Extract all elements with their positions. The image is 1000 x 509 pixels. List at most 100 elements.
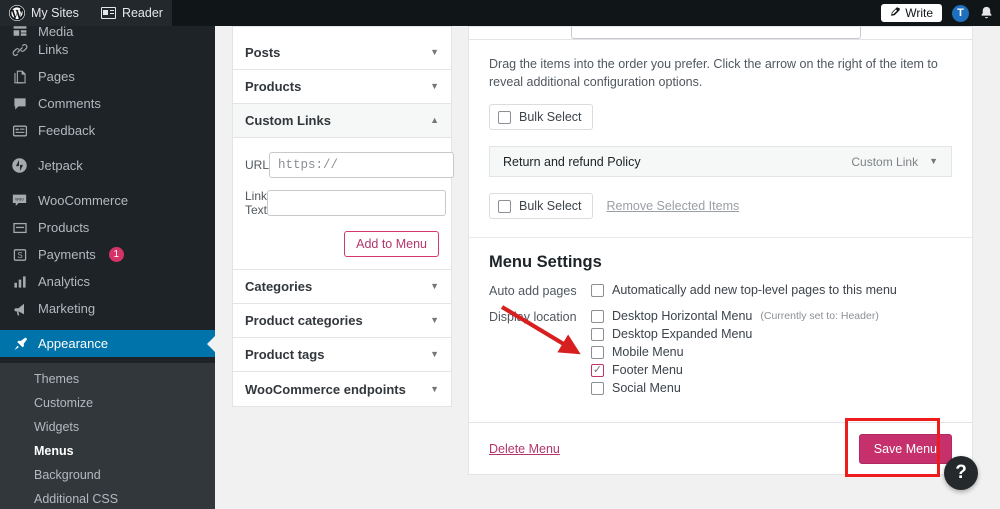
svg-text:S: S [17,251,22,260]
admin-bar-right: Write T [881,0,994,26]
link-text-input[interactable] [267,190,447,216]
sidebar-item-label: Feedback [38,123,96,138]
my-sites-button[interactable]: My Sites [0,0,91,26]
auto-add-pages-checkbox[interactable] [591,283,604,297]
accordion-header-custom-links[interactable]: Custom Links ▲ [233,104,451,138]
accordion-header-products[interactable]: Products ▼ [233,70,451,104]
delete-menu-link[interactable]: Delete Menu [489,442,560,456]
location-checkbox-mobile-menu[interactable] [591,345,604,359]
accordion-header-woocommerce-endpoints[interactable]: WooCommerce endpoints ▼ [233,372,451,406]
url-label: URL [245,158,270,172]
write-button[interactable]: Write [881,4,942,22]
sidebar-item-woocommerce[interactable]: woo WooCommerce [0,187,215,214]
bulk-actions-row: Bulk Select Remove Selected Items [489,193,952,220]
save-menu-button[interactable]: Save Menu [858,433,952,464]
chevron-down-icon: ▼ [430,81,439,91]
chevron-down-icon: ▼ [430,47,439,57]
sidebar-subitem-themes[interactable]: Themes [0,367,215,391]
location-option-mobile-menu[interactable]: Mobile Menu [591,345,879,359]
my-sites-label: My Sites [31,6,79,20]
custom-links-body: URL Link Text Add to Menu [233,138,455,270]
accordion-header-product-categories[interactable]: Product categories ▼ [233,304,451,338]
sidebar-group-separator [0,179,215,187]
reader-label: Reader [121,6,163,20]
sidebar-item-products[interactable]: Products [0,214,215,241]
location-option-desktop-horizontal-menu[interactable]: Desktop Horizontal Menu (Currently set t… [591,309,879,323]
analytics-icon [10,273,29,291]
auto-add-pages-options: Automatically add new top-level pages to… [591,283,897,301]
sidebar-item-label: Marketing [38,301,96,316]
location-checkbox-footer-menu[interactable] [591,363,604,377]
sidebar-menu-list: Media Links Pages Comments Feedback Jetp… [0,26,215,363]
accordion-label: Product tags [245,347,325,362]
menu-settings-section: Menu Settings Auto add pages Automatical… [489,238,952,422]
auto-add-pages-option-label: Automatically add new top-level pages to… [612,283,897,298]
comments-icon [10,95,29,113]
bulk-select-checkbox-bottom[interactable] [498,199,511,213]
accordion-label: Custom Links [245,113,331,128]
accordion-top-stub [232,26,452,36]
location-checkbox-social-menu[interactable] [591,381,604,395]
bulk-select-button-bottom[interactable]: Bulk Select [489,193,593,220]
sidebar-subitem-menus[interactable]: Menus [0,439,215,463]
sidebar-item-label: Appearance [38,336,109,351]
feedback-icon [10,122,29,140]
sidebar-item-analytics[interactable]: Analytics [0,268,215,295]
sidebar-item-media[interactable]: Media [0,26,215,36]
menu-item-row[interactable]: Return and refund Policy Custom Link ▼ [489,146,952,178]
sidebar-item-marketing[interactable]: Marketing [0,295,215,322]
add-to-menu-button[interactable]: Add to Menu [344,231,439,257]
location-option-footer-menu[interactable]: Footer Menu [591,363,879,377]
sidebar-item-feedback[interactable]: Feedback [0,117,215,144]
help-button[interactable]: ? [944,456,978,490]
sidebar-subitem-additional-css[interactable]: Additional CSS [0,487,215,509]
bulk-select-checkbox-top[interactable] [498,110,511,124]
sidebar-subitem-background[interactable]: Background [0,463,215,487]
sidebar-item-jetpack[interactable]: Jetpack [0,152,215,179]
location-label: Social Menu [612,381,681,396]
menu-name-input[interactable] [571,27,861,39]
display-location-row: Display location Desktop Horizontal Menu… [489,309,952,399]
location-checkbox-desktop-expanded-menu[interactable] [591,327,604,341]
chevron-down-icon: ▼ [430,281,439,291]
location-option-desktop-expanded-menu[interactable]: Desktop Expanded Menu [591,327,879,341]
sidebar-subitem-widgets[interactable]: Widgets [0,415,215,439]
sidebar-subitem-customize[interactable]: Customize [0,391,215,415]
bulk-select-button-top[interactable]: Bulk Select [489,104,593,131]
auto-add-pages-option[interactable]: Automatically add new top-level pages to… [591,283,897,297]
chevron-down-icon[interactable]: ▼ [929,157,938,166]
accordion-header-product-tags[interactable]: Product tags ▼ [233,338,451,372]
write-label: Write [905,6,933,20]
menu-structure-body: Drag the items into the order you prefer… [468,39,973,477]
chevron-down-icon: ▼ [430,349,439,359]
appearance-icon [10,335,29,353]
accordion-label: Products [245,79,302,94]
pen-icon [890,6,901,20]
admin-sidebar[interactable]: Media Links Pages Comments Feedback Jetp… [0,26,215,509]
avatar[interactable]: T [952,4,969,22]
accordion-header-categories[interactable]: Categories ▼ [233,270,451,304]
menu-structure-inner: Drag the items into the order you prefer… [469,40,972,422]
payments-badge: 1 [108,247,124,262]
menu-actions-bar: Delete Menu Save Menu [469,417,972,477]
location-checkbox-desktop-horizontal-menu[interactable] [591,309,604,323]
location-option-social-menu[interactable]: Social Menu [591,381,879,395]
url-input[interactable] [269,152,455,178]
notifications-bell-icon[interactable] [979,5,994,22]
payments-icon: S [10,246,29,264]
menu-structure-panel: Drag the items into the order you prefer… [468,26,973,477]
appearance-submenu: Themes Customize Widgets Menus Backgroun… [0,363,215,509]
sidebar-item-comments[interactable]: Comments [0,90,215,117]
accordion-label: Posts [245,45,281,60]
sidebar-item-label: WooCommerce [38,193,129,208]
sidebar-item-label: Links [38,42,69,57]
accordion-header-posts[interactable]: Posts ▼ [233,36,451,70]
sidebar-item-pages[interactable]: Pages [0,63,215,90]
sidebar-item-appearance[interactable]: Appearance [0,330,215,357]
sidebar-item-links[interactable]: Links [0,36,215,63]
reader-button[interactable]: Reader [90,0,172,26]
remove-selected-items-link[interactable]: Remove Selected Items [607,199,740,213]
sidebar-item-payments[interactable]: S Payments 1 [0,241,215,268]
bulk-select-label: Bulk Select [519,199,582,214]
wordpress-logo-icon [9,5,25,21]
